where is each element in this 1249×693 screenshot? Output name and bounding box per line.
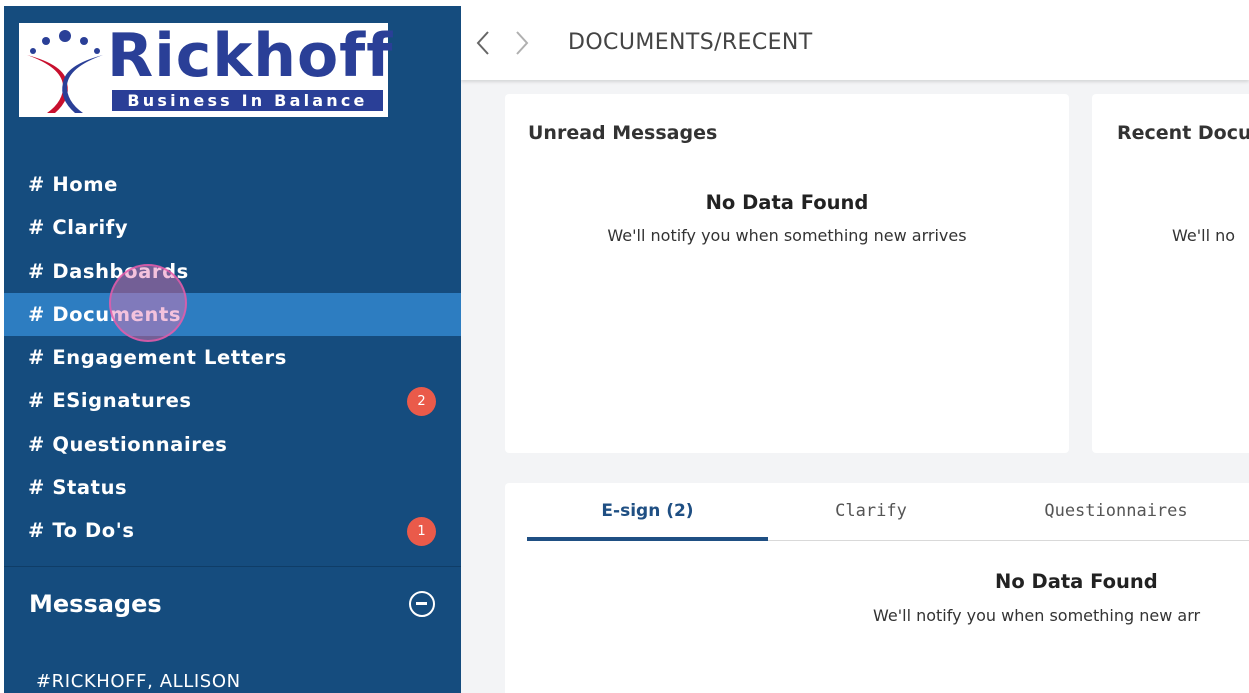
sidebar-item-todos[interactable]: # To Do's 1 (4, 509, 461, 552)
sidebar-item-dashboards[interactable]: # Dashboards (4, 250, 461, 293)
logo-figure-icon (27, 30, 103, 113)
sidebar-item-documents[interactable]: # Documents (4, 292, 461, 337)
sidebar-nav: # Home # Clarify # Dashboards # Document… (4, 163, 461, 553)
tab-clarify[interactable]: Clarify (791, 501, 951, 521)
logo-tagline: Business In Balance (112, 90, 383, 111)
top-bar: DOCUMENTS/RECENT (461, 6, 1249, 80)
recent-documents-empty-text: We'll no (1172, 226, 1236, 245)
sidebar-item-label: # Questionnaires (28, 432, 228, 456)
recent-documents-card (1092, 94, 1249, 453)
tasks-empty-text: We'll notify you when something new arr (873, 606, 1201, 625)
recent-documents-title: Recent Docu (1117, 122, 1249, 144)
minus-circle-icon[interactable] (409, 591, 435, 617)
unread-messages-title: Unread Messages (528, 122, 718, 144)
esignatures-count-badge: 2 (407, 387, 436, 417)
chevron-right-icon[interactable] (515, 30, 529, 56)
sidebar-item-questionnaires[interactable]: # Questionnaires (4, 423, 461, 466)
sidebar-item-home[interactable]: # Home (4, 163, 461, 206)
sidebar: Rickhoff Business In Balance # Home # Cl… (4, 6, 461, 693)
sidebar-item-label: # To Do's (28, 519, 135, 543)
sidebar-item-label: # Engagement Letters (28, 346, 287, 370)
unread-empty-title: No Data Found (705, 191, 869, 214)
sidebar-item-clarify[interactable]: # Clarify (4, 206, 461, 249)
messages-heading: Messages (29, 590, 162, 618)
tasks-empty-title: No Data Found (995, 570, 1158, 593)
sidebar-item-label: # Home (28, 173, 118, 196)
unread-empty-text: We'll notify you when something new arri… (607, 226, 967, 245)
sidebar-item-label: # Status (28, 476, 128, 500)
active-tab-indicator (527, 537, 768, 541)
main-content: DOCUMENTS/RECENT Unread Messages No Data… (461, 6, 1249, 693)
breadcrumb: DOCUMENTS/RECENT (568, 30, 813, 55)
click-indicator (109, 264, 187, 342)
message-contact-item[interactable]: #RICKHOFF, ALLISON (36, 669, 241, 693)
todos-count-badge: 1 (407, 517, 436, 547)
company-logo[interactable]: Rickhoff Business In Balance (19, 23, 392, 117)
sidebar-item-label: # ESignatures (28, 389, 192, 413)
logo-wordmark: Rickhoff (107, 21, 394, 91)
chevron-left-icon[interactable] (476, 30, 490, 56)
sidebar-divider (4, 566, 461, 567)
sidebar-item-engagement-letters[interactable]: # Engagement Letters (4, 336, 461, 379)
sidebar-item-esignatures[interactable]: # ESignatures 2 (4, 379, 461, 422)
tab-esign[interactable]: E-sign (2) (527, 501, 768, 521)
sidebar-item-status[interactable]: # Status (4, 466, 461, 509)
sidebar-item-label: # Clarify (28, 216, 129, 240)
unread-messages-card (505, 94, 1069, 453)
tab-questionnaires[interactable]: Questionnaires (1021, 501, 1211, 521)
